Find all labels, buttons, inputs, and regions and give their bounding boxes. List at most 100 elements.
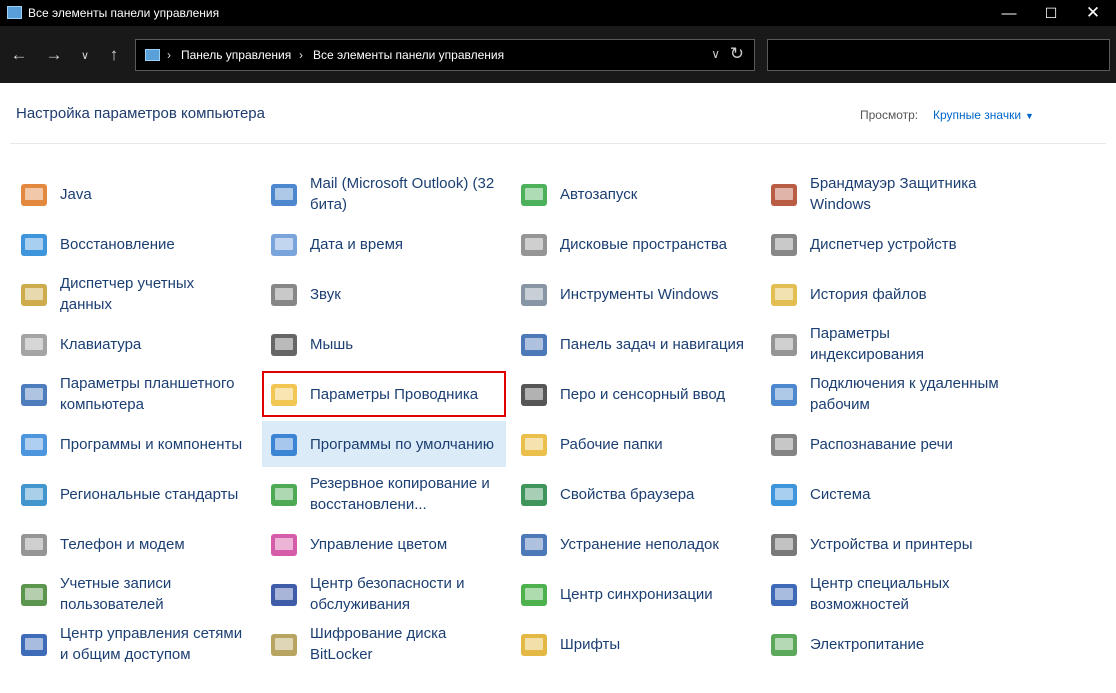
tablet-icon: [21, 384, 47, 406]
control-panel-item[interactable]: Брандмауэр Защитника Windows: [762, 171, 1006, 217]
item-label: Дисковые пространства: [560, 235, 728, 253]
control-panel-item[interactable]: Шрифты: [512, 621, 756, 667]
control-panel-item[interactable]: Дисковые пространства: [512, 221, 756, 267]
control-panel-item[interactable]: Диспетчер устройств: [762, 221, 1006, 267]
control-panel-item[interactable]: Центр управления сетями и общим доступом: [12, 621, 256, 667]
control-panel-item[interactable]: Электропитание: [762, 621, 1006, 667]
caret-down-icon: ▼: [1025, 111, 1034, 121]
control-panel-item[interactable]: Параметры индексирования: [762, 321, 1006, 367]
navigation-bar: ← → ∨ ↑ › Панель управления › Все элемен…: [0, 26, 1116, 83]
search-input[interactable]: [767, 39, 1110, 71]
control-panel-item[interactable]: Управление цветом: [262, 521, 506, 567]
item-label: Автозапуск: [560, 185, 638, 203]
flag-icon: [271, 584, 297, 606]
item-label: Клавиатура: [60, 335, 142, 353]
control-panel-item[interactable]: Подключения к удаленным рабочим: [762, 371, 1006, 417]
divider: [10, 143, 1106, 144]
view-mode-value: Крупные значки: [933, 108, 1022, 122]
control-panel-item[interactable]: Инструменты Windows: [512, 271, 756, 317]
item-label: Mail (Microsoft Outlook) (32 бита): [310, 175, 495, 213]
control-panel-item[interactable]: Рабочие папки: [512, 421, 756, 467]
control-panel-item[interactable]: Клавиатура: [12, 321, 256, 367]
item-label: Центр синхронизации: [560, 585, 713, 603]
control-panel-item[interactable]: Программы и компоненты: [12, 421, 256, 467]
work-folders-icon: [521, 434, 547, 456]
programs-icon: [21, 434, 47, 456]
control-panel-item[interactable]: Устройства и принтеры: [762, 521, 1006, 567]
control-panel-item[interactable]: История файлов: [762, 271, 1006, 317]
control-panel-item[interactable]: Учетные записи пользователей: [12, 571, 256, 617]
address-bar[interactable]: › Панель управления › Все элементы панел…: [135, 39, 755, 71]
control-panel-item[interactable]: Устранение неполадок: [512, 521, 756, 567]
maximize-button[interactable]: ☐: [1028, 0, 1074, 26]
recent-locations-button[interactable]: ∨: [72, 42, 98, 68]
chevron-right-icon: ›: [299, 48, 303, 62]
item-label: Центр управления сетями и общим доступом: [60, 625, 243, 663]
control-panel-item[interactable]: Шифрование диска BitLocker: [262, 621, 506, 667]
phone-icon: [21, 534, 47, 556]
control-panel-item[interactable]: Свойства браузера: [512, 471, 756, 517]
control-panel-item[interactable]: Центр синхронизации: [512, 571, 756, 617]
color-icon: [271, 534, 297, 556]
close-button[interactable]: ✕: [1070, 0, 1116, 26]
item-label: Брандмауэр Защитника Windows: [810, 175, 977, 213]
pen-icon: [521, 384, 547, 406]
item-label: Параметры Проводника: [310, 385, 479, 403]
control-panel-item[interactable]: Резервное копирование и восстановлени...: [262, 471, 506, 517]
control-panel-icon: [145, 49, 160, 61]
remote-icon: [771, 384, 797, 406]
control-panel-item[interactable]: Центр безопасности и обслуживания: [262, 571, 506, 617]
item-label: Инструменты Windows: [560, 285, 719, 303]
item-label: Шифрование диска BitLocker: [310, 625, 447, 663]
item-label: Распознавание речи: [810, 435, 953, 453]
globe-icon: [21, 484, 47, 506]
item-label: Подключения к удаленным рабочим: [810, 375, 999, 413]
control-panel-item[interactable]: Панель задач и навигация: [512, 321, 756, 367]
control-panel-item[interactable]: Параметры Проводника: [262, 371, 506, 417]
users-icon: [21, 584, 47, 606]
control-panel-item[interactable]: Телефон и модем: [12, 521, 256, 567]
credential-manager-icon: [21, 284, 47, 306]
item-label: Восстановление: [60, 235, 175, 253]
refresh-icon[interactable]: ↻: [730, 44, 744, 64]
control-panel-item[interactable]: Система: [762, 471, 1006, 517]
control-panel-item[interactable]: Восстановление: [12, 221, 256, 267]
control-panel-item[interactable]: Программы по умолчанию: [262, 421, 506, 467]
control-panel-item[interactable]: Mail (Microsoft Outlook) (32 бита): [262, 171, 506, 217]
item-label: Программы и компоненты: [60, 435, 243, 453]
control-panel-item[interactable]: Автозапуск: [512, 171, 756, 217]
control-panel-item[interactable]: Диспетчер учетных данных: [12, 271, 256, 317]
microphone-icon: [771, 434, 797, 456]
folder-options-icon: [271, 384, 297, 406]
control-panel-item[interactable]: Звук: [262, 271, 506, 317]
up-button[interactable]: ↑: [101, 42, 127, 68]
control-panel-item[interactable]: Региональные стандарты: [12, 471, 256, 517]
control-panel-item[interactable]: Мышь: [262, 321, 506, 367]
item-label: Система: [810, 485, 871, 503]
taskbar-icon: [521, 334, 547, 356]
item-label: Звук: [310, 285, 341, 303]
breadcrumb-all-items[interactable]: Все элементы панели управления: [313, 48, 504, 62]
item-label: Рабочие папки: [560, 435, 663, 453]
item-label: Дата и время: [310, 235, 404, 253]
control-panel-item[interactable]: Центр специальных возможностей: [762, 571, 1006, 617]
network-icon: [21, 634, 47, 656]
item-label: Свойства браузера: [560, 485, 695, 503]
item-label: Управление цветом: [310, 535, 448, 553]
control-panel-item[interactable]: Параметры планшетного компьютера: [12, 371, 256, 417]
view-mode-dropdown[interactable]: Крупные значки ▼: [933, 108, 1034, 122]
item-label: Шрифты: [560, 635, 621, 653]
control-panel-item[interactable]: Дата и время: [262, 221, 506, 267]
control-panel-item[interactable]: Распознавание речи: [762, 421, 1006, 467]
control-panel-item[interactable]: Java: [12, 171, 256, 217]
chevron-down-icon[interactable]: ∨: [711, 47, 720, 61]
browser-icon: [521, 484, 547, 506]
system-icon: [771, 484, 797, 506]
minimize-button[interactable]: —: [986, 0, 1032, 26]
back-button[interactable]: ←: [6, 42, 32, 68]
breadcrumb-control-panel[interactable]: Панель управления: [181, 48, 291, 62]
control-panel-item[interactable]: Перо и сенсорный ввод: [512, 371, 756, 417]
indexing-icon: [771, 334, 797, 356]
device-manager-icon: [771, 234, 797, 256]
forward-button[interactable]: →: [41, 42, 67, 68]
